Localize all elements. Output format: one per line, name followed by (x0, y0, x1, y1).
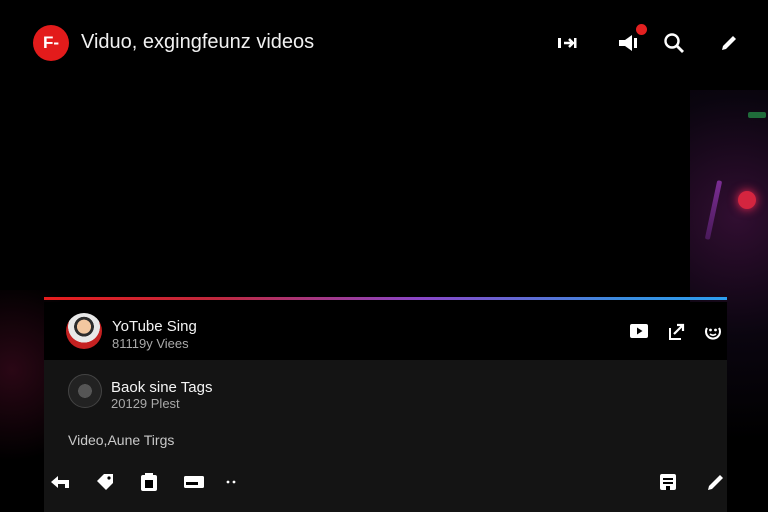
channel-meta-secondary: 20129 Plest (111, 396, 180, 411)
share-icon[interactable] (666, 320, 688, 342)
channel-views: 81119y Viees (112, 336, 189, 351)
save-icon[interactable] (656, 470, 680, 494)
channel-name[interactable]: YoTube Sing (112, 318, 197, 335)
copy-icon[interactable] (137, 470, 161, 494)
pen-icon[interactable] (704, 470, 728, 494)
cast-icon[interactable] (555, 30, 581, 56)
channel-row-primary[interactable]: YoTube Sing 81119y Viees (44, 302, 727, 360)
search-icon[interactable] (661, 30, 687, 56)
app-logo[interactable]: F- (33, 25, 69, 61)
tag-icon[interactable] (93, 470, 117, 494)
video-progress-bar[interactable] (44, 297, 727, 300)
app-window: F- Viduo, exgingfeunz videos YoTube Sing… (0, 0, 768, 512)
edit-icon[interactable] (716, 30, 742, 56)
face-icon[interactable] (702, 320, 724, 342)
decorative-light-green (748, 112, 766, 118)
page-title: Viduo, exgingfeunz videos (81, 31, 315, 53)
notification-badge (636, 24, 647, 35)
channel-avatar[interactable] (66, 313, 102, 349)
notifications-icon[interactable] (616, 24, 647, 56)
play-icon[interactable] (628, 320, 650, 342)
header-bar: F- Viduo, exgingfeunz videos (0, 0, 768, 86)
logo-text: F- (42, 33, 60, 52)
decorative-light-violet (704, 180, 723, 240)
card-icon[interactable] (182, 470, 206, 494)
channel-avatar-secondary[interactable] (68, 374, 102, 408)
section-label: Video,Aune Tirgs (68, 432, 175, 448)
decorative-light-red (738, 191, 756, 209)
back-icon[interactable] (48, 470, 72, 494)
more-icon[interactable] (220, 470, 244, 494)
channel-name-secondary[interactable]: Baok sine Tags (111, 379, 212, 396)
